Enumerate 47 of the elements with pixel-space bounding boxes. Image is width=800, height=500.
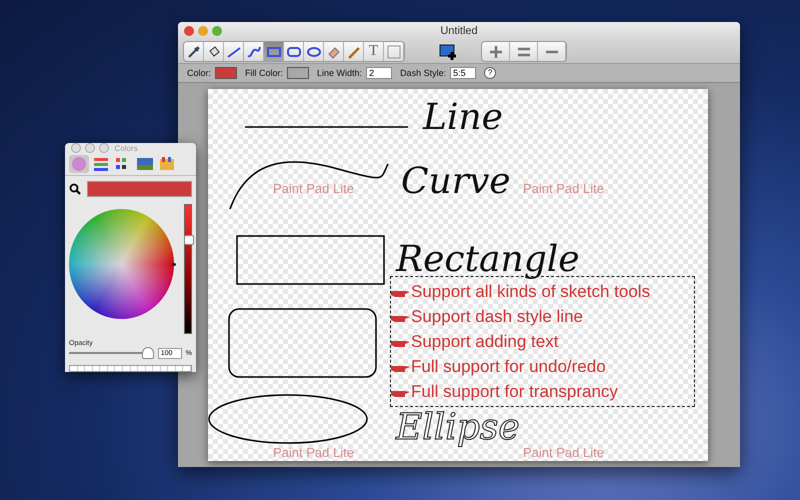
tool-button[interactable]	[284, 42, 304, 61]
handwritten-word: Rectangle	[396, 239, 580, 280]
line-width-label: Line Width:	[317, 68, 362, 78]
window-title: Untitled	[439, 25, 479, 38]
handwritten-word: Ellipse	[396, 407, 520, 448]
panel-title: Colors	[114, 144, 139, 152]
color-swatch[interactable]	[287, 66, 310, 79]
color-wheel-icon	[70, 156, 88, 172]
color-mode-tab[interactable]	[91, 155, 111, 173]
close-button[interactable]	[184, 26, 194, 36]
handwritten-word: Curve	[401, 161, 511, 202]
text-tool-button[interactable]: T	[364, 42, 384, 61]
magnifier-icon[interactable]	[69, 183, 81, 195]
curve-icon	[246, 44, 262, 60]
brightness-slider[interactable]	[184, 204, 192, 334]
color-mode-tab[interactable]	[135, 155, 155, 173]
add-image-icon[interactable]	[439, 42, 459, 60]
watermark-text: Paint Pad Lite	[273, 181, 354, 196]
help-button[interactable]: ?	[484, 66, 496, 79]
eyedropper-icon	[186, 44, 202, 60]
watermark-text: Paint Pad Lite	[273, 445, 354, 460]
feature-text: Support all kinds of sketch tools	[411, 281, 650, 303]
color-label: Fill Color:	[245, 68, 284, 78]
plus-icon	[488, 44, 502, 58]
feature-text: Support adding text	[411, 331, 558, 353]
color-mode-tab[interactable]	[157, 155, 177, 173]
line-width-field[interactable]: 2	[366, 66, 392, 79]
feature-text: Full support for transprancy	[411, 381, 618, 403]
select-icon	[386, 44, 402, 60]
dash-style-label: Dash Style:	[400, 68, 446, 78]
color-mode-tab[interactable]	[69, 155, 89, 173]
feature-text: Full support for undo/redo	[411, 356, 606, 378]
handwritten-word: Line	[423, 97, 503, 138]
sliders-icon	[92, 156, 110, 172]
watermark-text: Paint Pad Lite	[523, 181, 604, 196]
crayon-box-icon	[158, 156, 176, 172]
landscape-icon	[136, 156, 154, 172]
wheel-picker[interactable]	[172, 263, 176, 266]
dash-style-field[interactable]: 5:5	[450, 66, 476, 79]
color-swatch[interactable]	[215, 66, 238, 79]
feature-text: Support dash style line	[411, 306, 583, 328]
slider-thumb[interactable]	[184, 234, 194, 245]
watermark-text: Paint Pad Lite	[523, 445, 604, 460]
slider-thumb[interactable]	[142, 347, 154, 359]
color-label: Color:	[187, 68, 212, 78]
tool-button[interactable]	[304, 42, 324, 61]
swatch-strip[interactable]	[69, 365, 192, 372]
